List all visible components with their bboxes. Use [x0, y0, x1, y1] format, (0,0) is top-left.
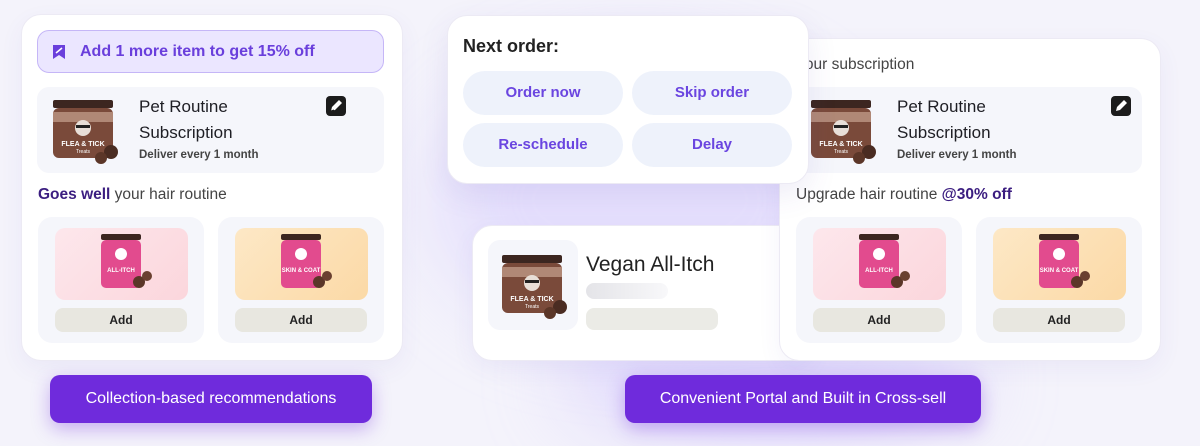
- flea-tick-jar-image: FLEA & TICK Treats: [811, 100, 876, 164]
- jar-sublabel: Treats: [834, 149, 848, 155]
- discount-promo-banner[interactable]: Add 1 more item to get 15% off: [37, 30, 384, 73]
- recommendations-heading: Goes well your hair routine: [38, 186, 227, 204]
- heading-text: your hair routine: [110, 186, 227, 203]
- product-thumbnail[interactable]: ALL-ITCH: [813, 228, 946, 300]
- order-now-button[interactable]: Order now: [463, 71, 623, 115]
- all-itch-jar-image: ALL-ITCH: [101, 234, 152, 288]
- loading-skeleton: [586, 308, 718, 330]
- product-name: Vegan All-Itch: [586, 253, 715, 276]
- upgrade-heading: Upgrade hair routine @30% off: [796, 186, 1012, 204]
- skin-coat-jar-image: SKIN & COAT: [281, 234, 332, 288]
- promo-text: Add 1 more item to get 15% off: [80, 42, 315, 60]
- jar-sublabel: Treats: [76, 149, 90, 155]
- jar-sublabel: Treats: [525, 304, 539, 310]
- heading-text: Upgrade hair routine: [796, 186, 942, 203]
- loading-skeleton: [586, 283, 668, 299]
- product-title-line: Subscription: [139, 123, 233, 142]
- add-button[interactable]: Add: [993, 308, 1125, 332]
- product-thumbnail[interactable]: SKIN & COAT: [235, 228, 368, 300]
- edit-icon[interactable]: [1111, 96, 1131, 116]
- collection-recommendations-button[interactable]: Collection-based recommendations: [50, 375, 372, 423]
- delay-button[interactable]: Delay: [632, 123, 792, 167]
- heading-highlight: @30% off: [941, 186, 1012, 203]
- heading-highlight: Goes well: [38, 186, 111, 203]
- jar-label: FLEA & TICK: [61, 141, 104, 148]
- jar-label: FLEA & TICK: [510, 296, 553, 303]
- all-itch-jar-image: ALL-ITCH: [859, 234, 910, 288]
- product-title: Pet Routine Subscription: [897, 94, 991, 146]
- delivery-frequency: Deliver every 1 month: [897, 149, 1017, 161]
- jar-label: ALL-ITCH: [107, 268, 135, 274]
- delivery-frequency: Deliver every 1 month: [139, 149, 259, 161]
- product-title-line: Pet Routine: [897, 97, 986, 116]
- skin-coat-jar-image: SKIN & COAT: [1039, 234, 1090, 288]
- product-title: Pet Routine Subscription: [139, 94, 233, 146]
- add-button[interactable]: Add: [55, 308, 187, 332]
- product-title-line: Subscription: [897, 123, 991, 142]
- jar-label: SKIN & COAT: [1040, 268, 1079, 274]
- jar-label: ALL-ITCH: [865, 268, 893, 274]
- product-thumbnail[interactable]: ALL-ITCH: [55, 228, 188, 300]
- jar-label: SKIN & COAT: [282, 268, 321, 274]
- subscription-header: Your subscription: [796, 56, 915, 73]
- product-title-line: Pet Routine: [139, 97, 228, 116]
- skip-order-button[interactable]: Skip order: [632, 71, 792, 115]
- next-order-title: Next order:: [463, 36, 560, 56]
- product-thumbnail[interactable]: SKIN & COAT: [993, 228, 1126, 300]
- add-button[interactable]: Add: [813, 308, 945, 332]
- bookmark-tag-icon: [53, 44, 65, 59]
- portal-cross-sell-button[interactable]: Convenient Portal and Built in Cross-sel…: [625, 375, 981, 423]
- flea-tick-jar-image: FLEA & TICK Treats: [502, 255, 567, 319]
- add-button[interactable]: Add: [235, 308, 367, 332]
- jar-label: FLEA & TICK: [819, 141, 862, 148]
- edit-icon[interactable]: [326, 96, 346, 116]
- reschedule-button[interactable]: Re-schedule: [463, 123, 623, 167]
- flea-tick-jar-image: FLEA & TICK Treats: [53, 100, 118, 164]
